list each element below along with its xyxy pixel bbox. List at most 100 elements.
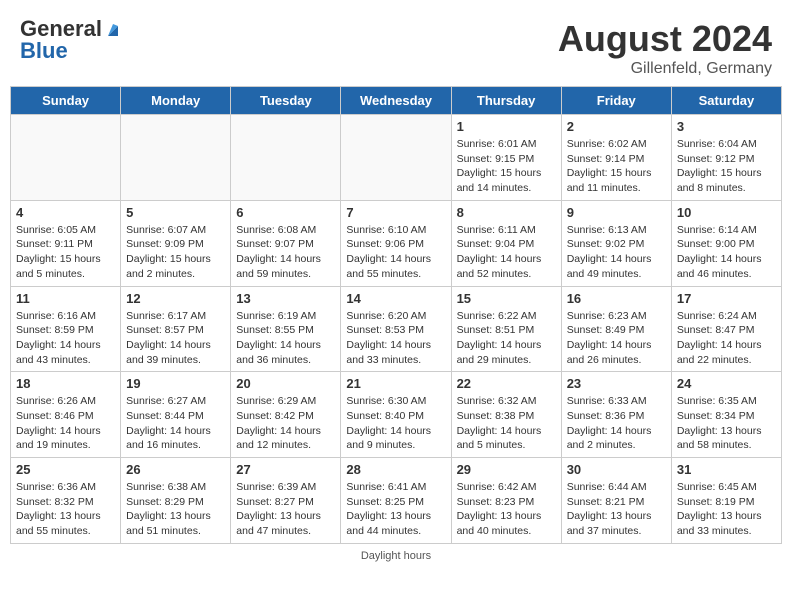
day-number: 6 (236, 205, 335, 220)
day-number: 26 (126, 462, 225, 477)
calendar-cell: 27Sunrise: 6:39 AM Sunset: 8:27 PM Dayli… (231, 458, 341, 544)
day-info: Sunrise: 6:05 AM Sunset: 9:11 PM Dayligh… (16, 223, 115, 282)
logo: General Blue (20, 18, 122, 62)
day-number: 7 (346, 205, 445, 220)
calendar-week-row: 4Sunrise: 6:05 AM Sunset: 9:11 PM Daylig… (11, 200, 782, 286)
calendar-cell (121, 115, 231, 201)
day-info: Sunrise: 6:11 AM Sunset: 9:04 PM Dayligh… (457, 223, 556, 282)
day-info: Sunrise: 6:19 AM Sunset: 8:55 PM Dayligh… (236, 309, 335, 368)
day-number: 8 (457, 205, 556, 220)
day-info: Sunrise: 6:01 AM Sunset: 9:15 PM Dayligh… (457, 137, 556, 196)
day-info: Sunrise: 6:20 AM Sunset: 8:53 PM Dayligh… (346, 309, 445, 368)
logo-blue: Blue (20, 40, 68, 62)
calendar-week-row: 18 Sunrise: 6:26 AM Sunset: 8:46 PM Dayli… (11, 372, 782, 458)
calendar-cell: 20 Sunrise: 6:29 AM Sunset: 8:42 PM Dayli… (231, 372, 341, 458)
day-info: Sunrise: 6:36 AM Sunset: 8:32 PM Dayligh… (16, 480, 115, 539)
calendar-cell: 30 Sunrise: 6:44 AM Sunset: 8:21 PM Dayli… (561, 458, 671, 544)
day-info: Sunrise: 6:33 AM Sunset: 8:36 PM Dayligh… (567, 394, 666, 453)
calendar-cell: 26 Sunrise: 6:38 AM Sunset: 8:29 PM Dayli… (121, 458, 231, 544)
day-info: Sunrise: 6:04 AM Sunset: 9:12 PM Dayligh… (677, 137, 776, 196)
day-info: Sunrise: 6:27 AM Sunset: 8:44 PM Dayligh… (126, 394, 225, 453)
day-info: Sunrise: 6:44 AM Sunset: 8:21 PM Dayligh… (567, 480, 666, 539)
day-number: 24 (677, 376, 776, 391)
day-number: 16 (567, 291, 666, 306)
day-info: Sunrise: 6:23 AM Sunset: 8:49 PM Dayligh… (567, 309, 666, 368)
calendar-cell: 4Sunrise: 6:05 AM Sunset: 9:11 PM Daylig… (11, 200, 121, 286)
day-number: 22 (457, 376, 556, 391)
page-header: General Blue August 2024 Gillenfeld, Ger… (10, 10, 782, 82)
day-info: Sunrise: 6:10 AM Sunset: 9:06 PM Dayligh… (346, 223, 445, 282)
day-info: Sunrise: 6:41 AM Sunset: 8:25 PM Dayligh… (346, 480, 445, 539)
calendar-cell: 16 Sunrise: 6:23 AM Sunset: 8:49 PM Dayli… (561, 286, 671, 372)
day-info: Sunrise: 6:22 AM Sunset: 8:51 PM Dayligh… (457, 309, 556, 368)
calendar-week-row: 25Sunrise: 6:36 AM Sunset: 8:32 PM Dayli… (11, 458, 782, 544)
calendar-day-header: Friday (561, 87, 671, 115)
calendar-cell: 10 Sunrise: 6:14 AM Sunset: 9:00 PM Dayli… (671, 200, 781, 286)
day-number: 17 (677, 291, 776, 306)
calendar-day-header: Sunday (11, 87, 121, 115)
calendar-cell: 24 Sunrise: 6:35 AM Sunset: 8:34 PM Dayli… (671, 372, 781, 458)
day-number: 31 (677, 462, 776, 477)
day-info: Sunrise: 6:16 AM Sunset: 8:59 PM Dayligh… (16, 309, 115, 368)
calendar-cell: 5Sunrise: 6:07 AM Sunset: 9:09 PM Daylig… (121, 200, 231, 286)
day-number: 30 (567, 462, 666, 477)
page-title: August 2024 (558, 18, 772, 60)
calendar-cell: 19Sunrise: 6:27 AM Sunset: 8:44 PM Dayli… (121, 372, 231, 458)
day-number: 28 (346, 462, 445, 477)
day-info: Sunrise: 6:17 AM Sunset: 8:57 PM Dayligh… (126, 309, 225, 368)
calendar-cell: 9 Sunrise: 6:13 AM Sunset: 9:02 PM Daylig… (561, 200, 671, 286)
logo-icon (104, 20, 122, 38)
calendar-table: SundayMondayTuesdayWednesdayThursdayFrid… (10, 86, 782, 544)
calendar-day-header: Wednesday (341, 87, 451, 115)
day-number: 10 (677, 205, 776, 220)
day-info: Sunrise: 6:45 AM Sunset: 8:19 PM Dayligh… (677, 480, 776, 539)
calendar-cell: 22 Sunrise: 6:32 AM Sunset: 8:38 PM Dayli… (451, 372, 561, 458)
day-number: 23 (567, 376, 666, 391)
calendar-cell: 14 Sunrise: 6:20 AM Sunset: 8:53 PM Dayli… (341, 286, 451, 372)
day-info: Sunrise: 6:13 AM Sunset: 9:02 PM Dayligh… (567, 223, 666, 282)
calendar-cell: 1 Sunrise: 6:01 AM Sunset: 9:15 PM Daylig… (451, 115, 561, 201)
day-info: Sunrise: 6:30 AM Sunset: 8:40 PM Dayligh… (346, 394, 445, 453)
calendar-cell: 29 Sunrise: 6:42 AM Sunset: 8:23 PM Dayli… (451, 458, 561, 544)
calendar-cell: 7 Sunrise: 6:10 AM Sunset: 9:06 PM Daylig… (341, 200, 451, 286)
calendar-cell: 3 Sunrise: 6:04 AM Sunset: 9:12 PM Daylig… (671, 115, 781, 201)
calendar-cell: 8 Sunrise: 6:11 AM Sunset: 9:04 PM Daylig… (451, 200, 561, 286)
day-info: Sunrise: 6:35 AM Sunset: 8:34 PM Dayligh… (677, 394, 776, 453)
day-info: Sunrise: 6:32 AM Sunset: 8:38 PM Dayligh… (457, 394, 556, 453)
calendar-cell: 12Sunrise: 6:17 AM Sunset: 8:57 PM Dayli… (121, 286, 231, 372)
day-info: Sunrise: 6:02 AM Sunset: 9:14 PM Dayligh… (567, 137, 666, 196)
day-number: 14 (346, 291, 445, 306)
day-number: 13 (236, 291, 335, 306)
calendar-cell (231, 115, 341, 201)
calendar-day-header: Thursday (451, 87, 561, 115)
title-block: August 2024 Gillenfeld, Germany (558, 18, 772, 78)
calendar-day-header: Monday (121, 87, 231, 115)
day-info: Sunrise: 6:42 AM Sunset: 8:23 PM Dayligh… (457, 480, 556, 539)
day-number: 18 (16, 376, 115, 391)
day-info: Sunrise: 6:39 AM Sunset: 8:27 PM Dayligh… (236, 480, 335, 539)
day-number: 21 (346, 376, 445, 391)
logo-general: General (20, 18, 102, 40)
day-number: 29 (457, 462, 556, 477)
location-subtitle: Gillenfeld, Germany (558, 60, 772, 78)
day-info: Sunrise: 6:29 AM Sunset: 8:42 PM Dayligh… (236, 394, 335, 453)
day-info: Sunrise: 6:14 AM Sunset: 9:00 PM Dayligh… (677, 223, 776, 282)
day-number: 1 (457, 119, 556, 134)
calendar-cell: 17Sunrise: 6:24 AM Sunset: 8:47 PM Dayli… (671, 286, 781, 372)
day-info: Sunrise: 6:26 AM Sunset: 8:46 PM Dayligh… (16, 394, 115, 453)
calendar-cell: 23 Sunrise: 6:33 AM Sunset: 8:36 PM Dayli… (561, 372, 671, 458)
calendar-day-header: Saturday (671, 87, 781, 115)
day-number: 2 (567, 119, 666, 134)
calendar-cell: 18 Sunrise: 6:26 AM Sunset: 8:46 PM Dayli… (11, 372, 121, 458)
calendar-week-row: 11Sunrise: 6:16 AM Sunset: 8:59 PM Dayli… (11, 286, 782, 372)
day-number: 9 (567, 205, 666, 220)
calendar-cell (11, 115, 121, 201)
calendar-cell: 21 Sunrise: 6:30 AM Sunset: 8:40 PM Dayli… (341, 372, 451, 458)
calendar-cell: 31 Sunrise: 6:45 AM Sunset: 8:19 PM Dayli… (671, 458, 781, 544)
day-number: 20 (236, 376, 335, 391)
day-info: Sunrise: 6:38 AM Sunset: 8:29 PM Dayligh… (126, 480, 225, 539)
day-number: 5 (126, 205, 225, 220)
footer-note: Daylight hours (10, 550, 782, 562)
day-number: 3 (677, 119, 776, 134)
calendar-cell: 15Sunrise: 6:22 AM Sunset: 8:51 PM Dayli… (451, 286, 561, 372)
